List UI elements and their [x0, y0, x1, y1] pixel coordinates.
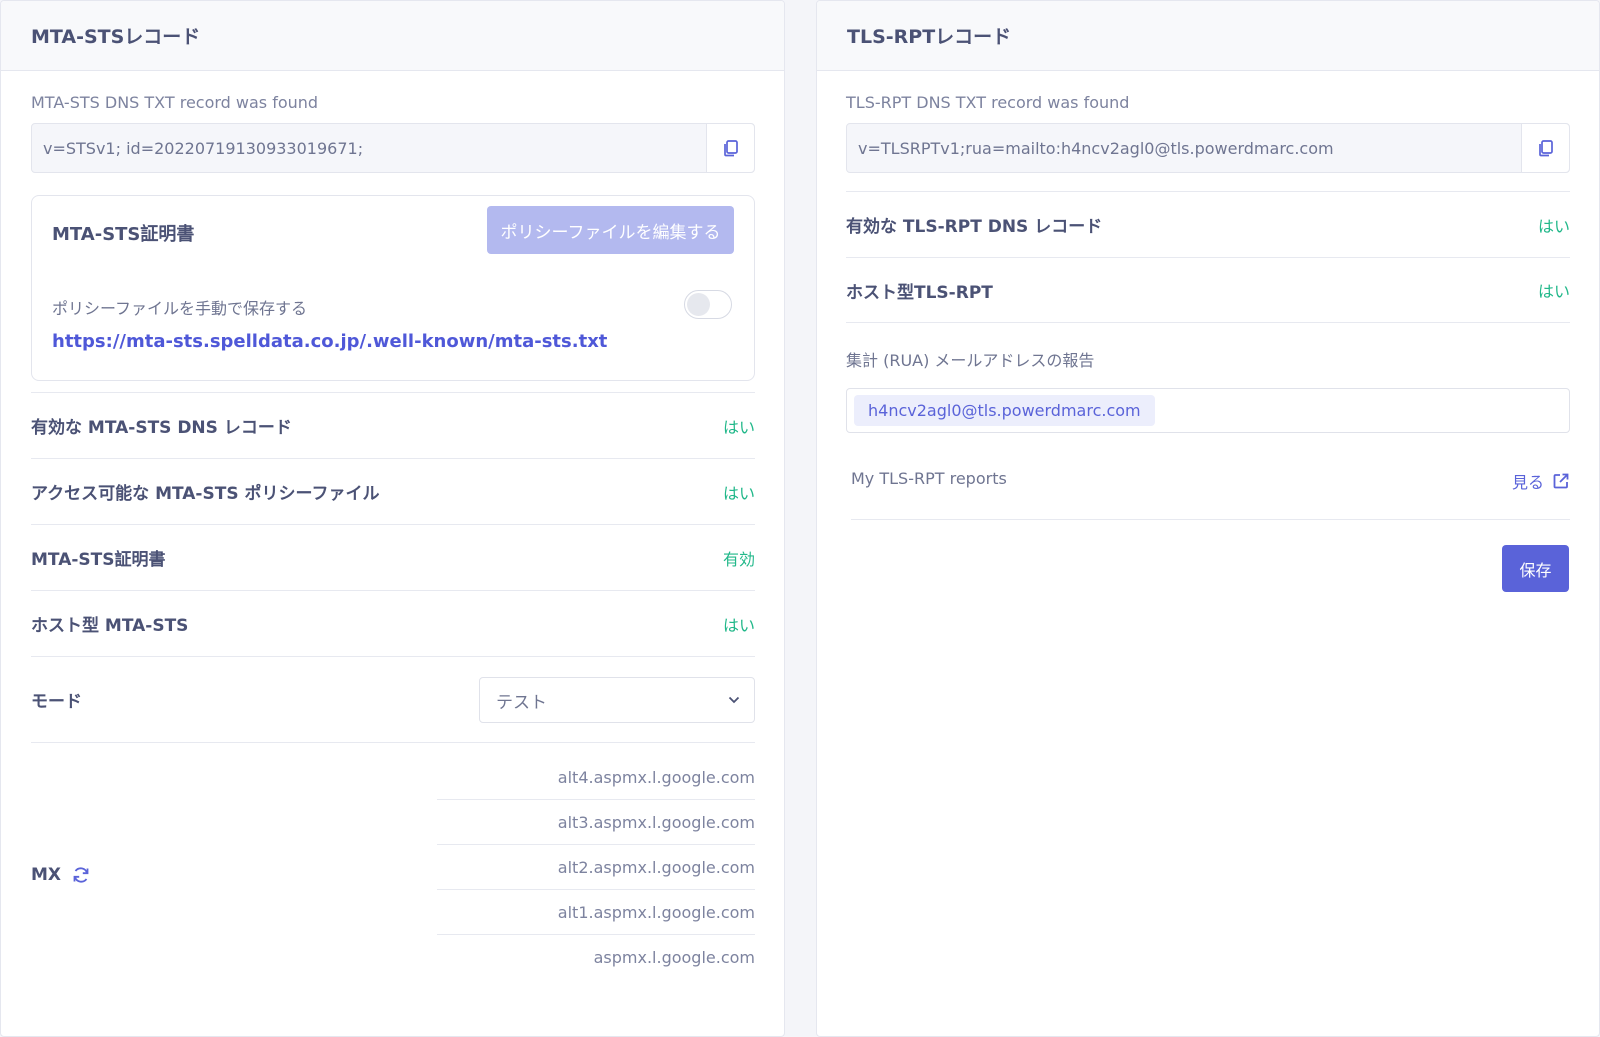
tls-rpt-reports-row: My TLS-RPT reports 見る [851, 455, 1570, 520]
check-row: MTA-STS証明書 有効 [31, 524, 755, 590]
mx-label-text: MX [31, 865, 62, 885]
policy-file-link[interactable]: https://mta-sts.spelldata.co.jp/.well-kn… [52, 331, 607, 352]
chevron-down-icon [728, 696, 740, 704]
mx-record: alt3.aspmx.l.google.com [437, 800, 755, 845]
check-name: ホスト型 MTA-STS [31, 616, 189, 636]
mx-record-list: alt4.aspmx.l.google.com alt3.aspmx.l.goo… [437, 755, 755, 980]
tls-rpt-record-value[interactable]: v=TLSRPTv1;rua=mailto:h4ncv2agl0@tls.pow… [847, 139, 1521, 158]
mx-label: MX [31, 865, 91, 885]
check-row: ホスト型 MTA-STS はい [31, 590, 755, 656]
mode-select[interactable]: テスト [479, 677, 755, 723]
mta-sts-copy-button[interactable] [706, 124, 754, 172]
tls-rpt-card: TLS-RPTレコード TLS-RPT DNS TXT record was f… [816, 0, 1600, 1037]
certificate-panel-title: MTA-STS証明書 [52, 224, 195, 245]
rua-email-chip[interactable]: h4ncv2agl0@tls.powerdmarc.com [854, 395, 1155, 426]
manual-save-label: ポリシーファイルを手動で保存する [52, 299, 308, 318]
mta-sts-record-value[interactable]: v=STSv1; id=20220719130933019671; [32, 139, 706, 158]
copy-icon [723, 140, 738, 157]
tls-rpt-record-field: v=TLSRPTv1;rua=mailto:h4ncv2agl0@tls.pow… [846, 123, 1570, 173]
mx-record: alt2.aspmx.l.google.com [437, 845, 755, 890]
check-status: はい [1537, 216, 1570, 236]
check-status: 有効 [722, 549, 755, 569]
edit-policy-file-button[interactable]: ポリシーファイルを編集する [487, 206, 734, 254]
mta-sts-found-label: MTA-STS DNS TXT record was found [31, 93, 319, 112]
mta-sts-record-field: v=STSv1; id=20220719130933019671; [31, 123, 755, 173]
mode-selected-value: テスト [496, 692, 547, 713]
rua-label: 集計 (RUA) メールアドレスの報告 [846, 351, 1095, 370]
check-name: 有効な MTA-STS DNS レコード [31, 418, 292, 438]
check-status: はい [722, 615, 755, 635]
view-link-label: 見る [1511, 473, 1544, 492]
mta-sts-card-title: MTA-STSレコード [1, 1, 784, 71]
mx-record: alt4.aspmx.l.google.com [437, 755, 755, 800]
check-row: 有効な TLS-RPT DNS レコード はい [846, 191, 1570, 257]
refresh-icon[interactable] [71, 865, 91, 885]
save-button[interactable]: 保存 [1502, 545, 1569, 592]
check-name: MTA-STS証明書 [31, 550, 166, 570]
copy-icon [1538, 140, 1553, 157]
page: MTA-STSレコード MTA-STS DNS TXT record was f… [0, 0, 1600, 1037]
check-status: はい [722, 483, 755, 503]
check-row: アクセス可能な MTA-STS ポリシーファイル はい [31, 458, 755, 524]
check-row: 有効な MTA-STS DNS レコード はい [31, 392, 755, 458]
tls-rpt-copy-button[interactable] [1521, 124, 1569, 172]
tls-rpt-card-title: TLS-RPTレコード [817, 1, 1599, 71]
mta-sts-certificate-panel: MTA-STS証明書 ポリシーファイルを編集する ポリシーファイルを手動で保存す… [31, 195, 755, 381]
manual-save-toggle[interactable] [684, 290, 732, 319]
check-status: はい [722, 417, 755, 437]
reports-label: My TLS-RPT reports [851, 469, 1007, 488]
check-row: ホスト型TLS-RPT はい [846, 257, 1570, 323]
mode-label: モード [31, 692, 82, 712]
mode-row: モード テスト [31, 656, 755, 743]
check-name: 有効な TLS-RPT DNS レコード [846, 217, 1103, 237]
view-reports-link[interactable]: 見る [1512, 469, 1570, 493]
mx-record: aspmx.l.google.com [593, 948, 755, 967]
mx-record: alt1.aspmx.l.google.com [437, 890, 755, 935]
rua-email-input[interactable]: h4ncv2agl0@tls.powerdmarc.com [846, 388, 1570, 433]
external-link-icon [1553, 473, 1569, 489]
check-status: はい [1537, 282, 1570, 301]
check-name: アクセス可能な MTA-STS ポリシーファイル [31, 484, 380, 504]
check-name: ホスト型TLS-RPT [846, 282, 993, 303]
toggle-knob [687, 293, 710, 316]
mta-sts-card: MTA-STSレコード MTA-STS DNS TXT record was f… [0, 0, 785, 1037]
tls-rpt-found-label: TLS-RPT DNS TXT record was found [846, 93, 1130, 112]
